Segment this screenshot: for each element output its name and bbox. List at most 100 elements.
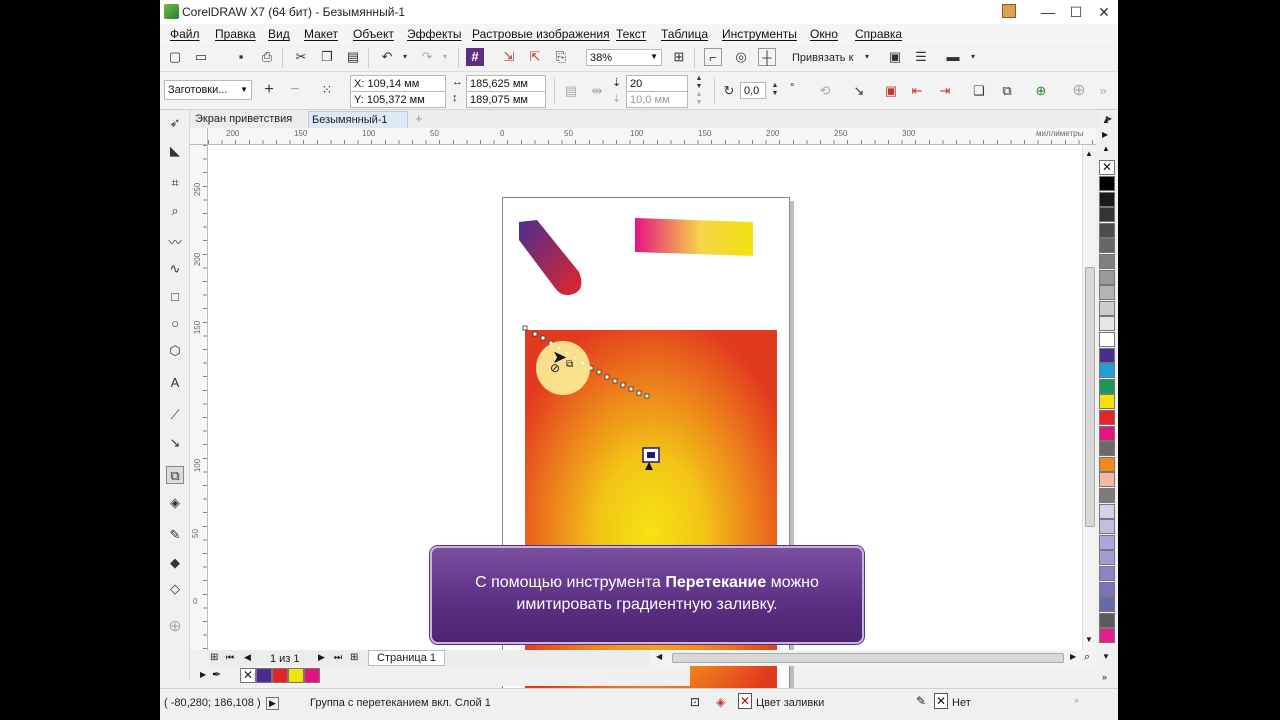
snap-to-button[interactable]: Привязать к [792, 52, 853, 64]
menu-layout[interactable]: Макет [304, 27, 338, 41]
add-page-before-icon[interactable]: ⊞ [210, 652, 218, 663]
color-swatch[interactable] [1099, 550, 1115, 566]
undo-dropdown-icon[interactable]: ▾ [396, 48, 414, 66]
menu-tools[interactable]: Инструменты [722, 27, 797, 41]
horizontal-scroll-thumb[interactable] [672, 653, 1064, 663]
navigator-zoom-icon[interactable]: ⌕ [1084, 651, 1090, 664]
height-field[interactable]: 189,075 мм [466, 91, 546, 108]
ellipse-tool-icon[interactable]: ○ [166, 315, 184, 333]
color-swatch[interactable] [1099, 628, 1115, 644]
welcome-dropdown-icon[interactable]: ▾ [964, 48, 982, 66]
menu-bitmaps[interactable]: Растровые изображения [472, 27, 610, 41]
add-page-after-icon[interactable]: ⊞ [350, 652, 358, 663]
scroll-up-icon[interactable]: ▲ [1085, 149, 1093, 158]
color-swatch[interactable] [1099, 488, 1115, 503]
vertical-ruler[interactable]: 250 200 150 100 50 0 [190, 145, 208, 650]
blend-tool-icon[interactable]: ⧉ [166, 466, 184, 484]
path-properties-icon[interactable]: ❏ [970, 82, 988, 100]
spacing-spin-icon[interactable]: ▲ ▼ [690, 91, 708, 107]
application-launcher-icon[interactable]: ☰ [912, 48, 930, 66]
minimize-button[interactable]: — [1034, 2, 1062, 22]
smart-fill-tool-icon[interactable]: ◇ [166, 580, 184, 598]
color-swatch[interactable] [1099, 316, 1115, 332]
last-page-icon[interactable]: ⏭ [334, 652, 342, 663]
transparency-tool-icon[interactable]: ◈ [166, 494, 184, 512]
text-tool-icon[interactable]: A [166, 374, 184, 392]
menu-edit[interactable]: Правка [215, 27, 256, 41]
new-document-icon[interactable]: ▢ [166, 48, 184, 66]
docpal-no-color-swatch[interactable]: ✕ [240, 668, 256, 683]
polygon-tool-icon[interactable]: ⬡ [166, 342, 184, 360]
object-origin-icon[interactable]: ⁙ [318, 81, 336, 99]
next-page-icon[interactable]: ▶ [318, 652, 325, 663]
menu-file[interactable]: Файл [170, 27, 200, 41]
color-swatch[interactable] [1099, 503, 1115, 519]
color-swatch[interactable] [1099, 612, 1115, 628]
color-swatch[interactable] [1099, 300, 1115, 316]
crop-tool-icon[interactable]: ⌗ [166, 174, 184, 192]
add-tab-button[interactable]: + [412, 111, 426, 128]
tab-welcome-screen[interactable]: Экран приветствия [192, 111, 295, 128]
artistic-media-tool-icon[interactable]: ∿ [166, 260, 184, 278]
add-preset-icon[interactable]: + [260, 81, 278, 99]
chevron-down-icon[interactable]: ▼ [650, 50, 658, 64]
open-folder-icon[interactable]: ▭ [192, 48, 210, 66]
color-swatch[interactable] [1099, 425, 1115, 441]
horizontal-ruler[interactable]: 200 150 100 50 0 50 100 150 200 250 300 … [208, 128, 1096, 145]
x-position-field[interactable]: X: 109,14 мм [350, 75, 446, 92]
vertical-scroll-thumb[interactable] [1085, 267, 1095, 527]
zoom-level-field[interactable]: 38% ▼ [586, 49, 662, 66]
tab-document[interactable]: Безымянный-1 [308, 111, 408, 128]
start-object-icon[interactable]: ⇤ [908, 82, 926, 100]
show-rulers-icon[interactable]: ⌐ [704, 48, 722, 66]
eyedropper-icon[interactable]: ✒ [212, 668, 221, 681]
menu-window[interactable]: Окно [810, 27, 838, 41]
user-icon[interactable] [1002, 4, 1016, 18]
undo-icon[interactable]: ↶ [378, 48, 396, 66]
first-page-icon[interactable]: ⏮ [226, 652, 234, 663]
steps-spin-icon[interactable]: ▲ ▼ [690, 75, 708, 91]
color-swatch[interactable] [1099, 581, 1115, 597]
chevron-down-icon[interactable]: ▼ [240, 81, 248, 98]
print-icon[interactable]: ⎙ [258, 48, 276, 66]
redo-dropdown-icon[interactable]: ▾ [436, 48, 454, 66]
cut-icon[interactable]: ✂ [292, 48, 310, 66]
import-icon[interactable]: ⇲ [500, 48, 518, 66]
y-position-field[interactable]: Y: 105,372 мм [350, 91, 446, 108]
horizontal-scrollbar[interactable]: ◀ ▶ ⌕ [650, 650, 1096, 666]
menu-view[interactable]: Вид [268, 27, 290, 41]
show-grid-icon[interactable]: ◎ [732, 48, 750, 66]
presets-dropdown[interactable]: Заготовки... ▼ [164, 80, 252, 100]
publish-pdf-icon[interactable]: ⎘ [552, 48, 570, 66]
color-swatch[interactable] [1099, 176, 1115, 191]
tab-page-1[interactable]: Страница 1 [368, 650, 446, 666]
color-swatch[interactable] [1099, 597, 1115, 613]
blend-options-icon[interactable]: ▣ [882, 82, 900, 100]
copy-icon[interactable]: ❐ [318, 48, 336, 66]
color-swatch[interactable] [1099, 191, 1115, 207]
loop-blend-icon[interactable]: ⟲ [816, 82, 834, 100]
palette-scroll-down-icon[interactable]: ▼ [1102, 652, 1110, 661]
scroll-right-icon[interactable]: ▶ [1070, 652, 1076, 661]
palette-more-icon[interactable]: » [1102, 672, 1107, 682]
options-icon[interactable]: ▣ [886, 48, 904, 66]
palette-scroll-up-icon[interactable]: ▲ [1102, 116, 1110, 125]
status-more-icon[interactable]: » [1074, 695, 1079, 705]
ruler-origin[interactable] [190, 128, 208, 145]
color-swatch[interactable] [1099, 519, 1115, 535]
direction-spin-icon[interactable]: ▲ ▼ [766, 82, 784, 98]
palette-flyout-icon[interactable]: ▶ [1102, 130, 1108, 139]
interactive-fill-tool-icon[interactable]: ◆ [166, 554, 184, 572]
freehand-tool-icon[interactable]: 〰 [166, 234, 184, 252]
end-object-icon[interactable]: ⇥ [936, 82, 954, 100]
color-swatch[interactable] [1099, 566, 1115, 581]
docpal-swatch[interactable] [272, 668, 288, 683]
color-proofing-icon[interactable]: ⊡ [690, 695, 700, 709]
export-icon[interactable]: ⇱ [526, 48, 544, 66]
palette-scroll-up-icon[interactable]: ▲ [1102, 144, 1110, 153]
outline-none-swatch-icon[interactable]: ✕ [934, 693, 948, 709]
color-swatch[interactable] [1099, 207, 1115, 223]
vertical-scrollbar[interactable]: ▲ ▼ [1082, 145, 1096, 650]
color-swatch[interactable] [1099, 456, 1115, 472]
color-swatch[interactable] [1099, 441, 1115, 457]
